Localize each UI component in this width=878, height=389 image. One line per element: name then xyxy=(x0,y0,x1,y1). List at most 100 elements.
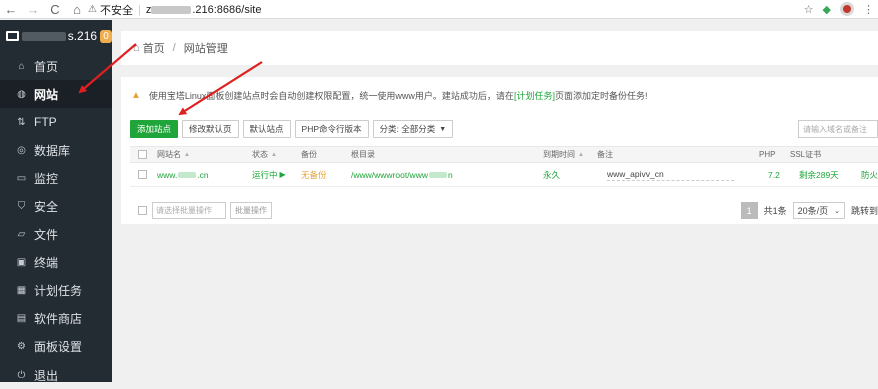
sidebar-item-home[interactable]: ⌂ 首页 xyxy=(0,52,112,80)
sidebar-item-database[interactable]: ◎ 数据库 xyxy=(0,136,112,164)
category-dropdown[interactable]: 分类: 全部分类 ▼ xyxy=(372,120,454,138)
sidebar-item-label: 首页 xyxy=(34,59,59,74)
sidebar-item-security[interactable]: ⛉ 安全 xyxy=(0,192,112,220)
page-number[interactable]: 1 xyxy=(740,202,758,219)
redacted-host xyxy=(151,5,192,14)
sidebar-item-label: 文件 xyxy=(34,228,59,243)
browser-toolbar: ← → C ⌂ ⚠ 不安全 | z .216:8686/site ☆ ◆ ⋮ xyxy=(0,0,878,19)
monitor-icon: ▭ xyxy=(16,172,27,184)
col-name[interactable]: 网站名 ▲ xyxy=(157,147,190,162)
sidebar-item-store[interactable]: ▤ 软件商店 xyxy=(0,305,112,333)
status-label: 运行中 xyxy=(252,169,278,180)
address-bar[interactable]: ⚠ 不安全 | z .216:8686/site xyxy=(88,1,816,18)
sidebar-item-label: FTP xyxy=(34,115,57,130)
server-suffix: s.216 xyxy=(67,29,98,43)
database-icon: ◎ xyxy=(17,144,26,156)
footer-checkbox[interactable] xyxy=(138,206,147,215)
home-button[interactable]: ⌂ xyxy=(66,0,88,19)
site-name-link[interactable]: www. .cn xyxy=(157,163,209,186)
calendar-icon: ▦ xyxy=(16,285,27,297)
terminal-icon: ▣ xyxy=(16,257,27,269)
add-site-button[interactable]: 添加站点 xyxy=(130,120,179,138)
col-root: 根目录 xyxy=(351,150,375,159)
security-label: 不安全 xyxy=(99,4,133,17)
batch-operation-button[interactable]: 批量操作 xyxy=(230,202,272,219)
sidebar-item-label: 终端 xyxy=(34,256,59,271)
bookmark-star-icon[interactable]: ☆ xyxy=(804,3,814,16)
col-status[interactable]: 状态 ▲ xyxy=(252,147,277,162)
sidebar-item-label: 软件商店 xyxy=(34,312,83,327)
col-backup: 备份 xyxy=(301,150,317,159)
pagination: 1 共1条 20条/页 ⌄ 跳转到 xyxy=(740,202,878,219)
col-name-label: 网站名 xyxy=(157,150,181,159)
menu-dots-icon[interactable]: ⋮ xyxy=(863,3,874,16)
sort-icon: ▲ xyxy=(184,151,190,158)
extension-area: ☆ ◆ ⋮ xyxy=(804,2,874,16)
status-running[interactable]: 运行中 ▶ xyxy=(252,163,286,186)
notice-text: 使用宝塔Linux面板创建站点时会自动创建权限配置，统一使用www用户。建站成功… xyxy=(148,91,514,101)
sidebar-item-terminal[interactable]: ▣ 终端 xyxy=(0,249,112,277)
sidebar-item-logout[interactable]: ⏻ 退出 xyxy=(0,361,112,389)
php-cli-version-button[interactable]: PHP命令行版本 xyxy=(294,120,369,138)
row-checkbox[interactable] xyxy=(138,163,147,186)
globe-icon: ◍ xyxy=(17,88,26,100)
default-site-button[interactable]: 默认站点 xyxy=(242,120,291,138)
sidebar-item-settings[interactable]: ⚙ 面板设置 xyxy=(0,333,112,361)
server-header: s.216 0 xyxy=(0,20,112,52)
jump-to-label: 跳转到 xyxy=(850,206,878,216)
breadcrumb-current: 网站管理 xyxy=(183,43,228,55)
root-suffix: n xyxy=(447,169,453,180)
total-count: 共1条 xyxy=(763,206,787,216)
category-label: 分类: 全部分类 xyxy=(379,124,436,134)
caret-down-icon: ▼ xyxy=(439,125,447,133)
select-all-checkbox[interactable] xyxy=(138,147,147,162)
warning-icon: ▲ xyxy=(131,90,141,101)
batch-select[interactable]: 请选择批量操作 xyxy=(152,202,226,219)
sidebar-item-label: 面板设置 xyxy=(34,340,83,355)
backup-link[interactable]: 无备份 xyxy=(301,163,327,186)
sidebar-item-files[interactable]: ▱ 文件 xyxy=(0,221,112,249)
forward-button[interactable]: → xyxy=(22,0,44,19)
php-version-link[interactable]: 7.2 xyxy=(768,163,780,186)
site-name-suffix: .cn xyxy=(197,169,209,180)
main-content: ⌂ 首页 / 网站管理 ▲ 使用宝塔Linux面板创建站点时会自动创建权限配置，… xyxy=(112,20,878,382)
folder-icon: ▱ xyxy=(17,229,26,241)
col-ssl: SSL证书 xyxy=(790,150,822,159)
back-button[interactable]: ← xyxy=(0,0,22,19)
table-footer: 请选择批量操作 批量操作 1 共1条 20条/页 ⌄ 跳转到 xyxy=(130,201,878,221)
site-toolbar: 添加站点 修改默认页 默认站点 PHP命令行版本 分类: 全部分类 ▼ xyxy=(130,120,454,138)
breadcrumb: ⌂ 首页 / 网站管理 xyxy=(121,31,878,65)
store-icon: ▤ xyxy=(16,313,27,325)
root-prefix: /www/wwwroot/www xyxy=(351,169,428,180)
extension-icon[interactable]: ◆ xyxy=(823,3,831,16)
per-page-select[interactable]: 20条/页 ⌄ xyxy=(792,202,845,219)
modify-default-page-button[interactable]: 修改默认页 xyxy=(182,120,239,138)
sidebar-item-monitor[interactable]: ▭ 监控 xyxy=(0,164,112,192)
firewall-link[interactable]: 防火 xyxy=(861,163,878,186)
search-input[interactable]: 请输入域名或备注 xyxy=(798,120,878,138)
sidebar-item-label: 网站 xyxy=(34,87,59,102)
site-panel: ▲ 使用宝塔Linux面板创建站点时会自动创建权限配置，统一使用www用户。建站… xyxy=(121,77,878,224)
expire-value[interactable]: 永久 xyxy=(543,163,560,186)
col-expire[interactable]: 到期时间 ▲ xyxy=(543,147,584,162)
notice-text-suffix: 页面添加定时备份任务! xyxy=(554,91,648,101)
root-dir-link[interactable]: /www/wwwroot/www n xyxy=(351,163,453,186)
ssl-status-link[interactable]: 剩余289天 xyxy=(799,163,839,186)
sidebar-item-website[interactable]: ◍ 网站 xyxy=(0,80,112,109)
reload-button[interactable]: C xyxy=(44,0,66,19)
sidebar-item-ftp[interactable]: ⇅ FTP xyxy=(0,108,112,136)
notice-bar: ▲ 使用宝塔Linux面板创建站点时会自动创建权限配置，统一使用www用户。建站… xyxy=(131,89,647,102)
sidebar: s.216 0 ⌂ 首页 ◍ 网站 ⇅ FTP ◎ 数据库 ▭ 监控 ⛉ 安全 … xyxy=(0,20,112,383)
cron-link[interactable]: [计划任务] xyxy=(514,89,555,102)
sidebar-item-label: 数据库 xyxy=(34,143,71,158)
note-input[interactable]: www_apivv_cn xyxy=(607,168,734,182)
sidebar-item-label: 计划任务 xyxy=(34,284,83,299)
per-page-label: 20条/页 xyxy=(797,206,829,216)
sidebar-item-cron[interactable]: ▦ 计划任务 xyxy=(0,277,112,305)
profile-avatar[interactable] xyxy=(840,2,854,16)
breadcrumb-home[interactable]: 首页 xyxy=(143,40,165,56)
notification-badge[interactable]: 0 xyxy=(100,29,112,43)
settings-icon: ⚙ xyxy=(17,341,26,353)
redacted-path xyxy=(428,171,447,178)
sort-icon: ▲ xyxy=(271,151,277,158)
